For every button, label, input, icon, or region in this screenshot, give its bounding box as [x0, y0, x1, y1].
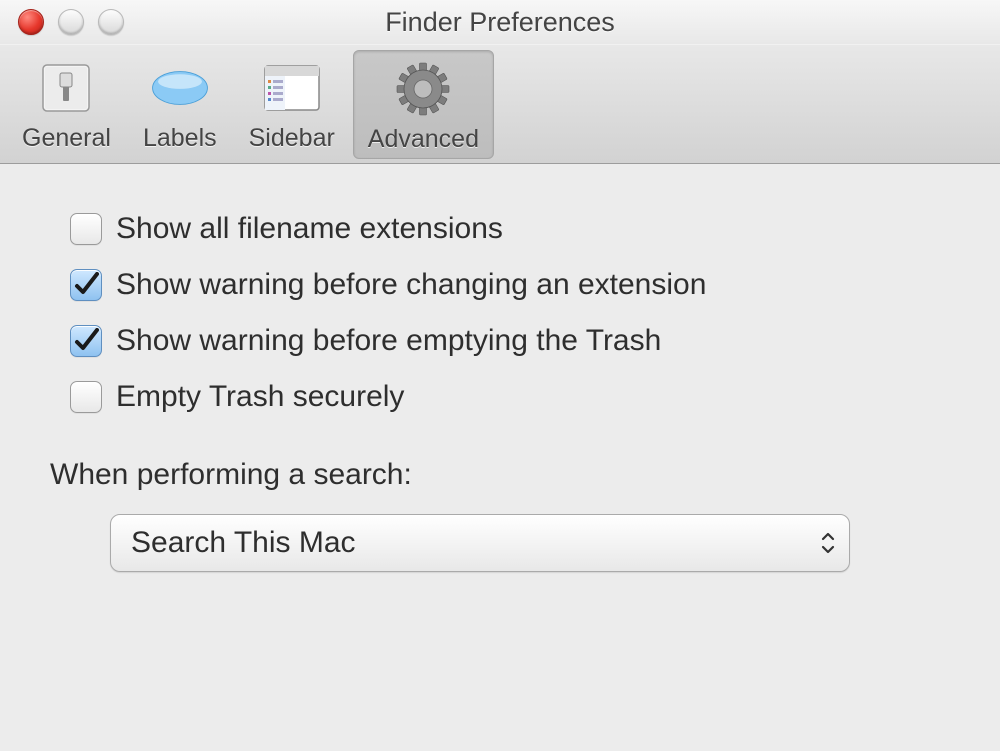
option-show-extensions: Show all filename extensions: [70, 212, 960, 246]
close-button[interactable]: [18, 9, 44, 35]
checkbox-warn-trash[interactable]: [70, 325, 102, 357]
tab-label: General: [22, 124, 111, 153]
label-pill-icon: [148, 56, 212, 120]
search-label: When performing a search:: [50, 458, 960, 492]
checkbox-warn-extension[interactable]: [70, 269, 102, 301]
tab-general[interactable]: General: [8, 50, 125, 159]
option-secure-trash: Empty Trash securely: [70, 380, 960, 414]
toolbar: General Labels: [0, 44, 1000, 164]
switch-icon: [34, 56, 98, 120]
tab-label: Sidebar: [249, 124, 335, 153]
option-warn-trash: Show warning before emptying the Trash: [70, 324, 960, 358]
tab-sidebar[interactable]: Sidebar: [235, 50, 349, 159]
select-arrows-icon: [821, 532, 835, 554]
search-scope-select[interactable]: Search This Mac: [110, 514, 850, 572]
tab-advanced[interactable]: Advanced: [353, 50, 494, 159]
window-title: Finder Preferences: [0, 7, 1000, 38]
option-label: Show all filename extensions: [116, 212, 503, 246]
tab-label: Advanced: [368, 125, 479, 154]
traffic-lights: [18, 9, 124, 35]
option-label: Show warning before changing an extensio…: [116, 268, 706, 302]
check-icon: [73, 328, 99, 354]
minimize-button[interactable]: [58, 9, 84, 35]
checkbox-secure-trash[interactable]: [70, 381, 102, 413]
tab-label: Labels: [143, 124, 217, 153]
content-pane: Show all filename extensions Show warnin…: [0, 164, 1000, 612]
gear-icon: [391, 57, 455, 121]
option-warn-extension: Show warning before changing an extensio…: [70, 268, 960, 302]
option-label: Empty Trash securely: [116, 380, 404, 414]
search-section: When performing a search: Search This Ma…: [70, 458, 960, 572]
zoom-button[interactable]: [98, 9, 124, 35]
option-label: Show warning before emptying the Trash: [116, 324, 661, 358]
tab-labels[interactable]: Labels: [129, 50, 231, 159]
titlebar: Finder Preferences: [0, 0, 1000, 44]
sidebar-icon: [260, 56, 324, 120]
checkbox-show-extensions[interactable]: [70, 213, 102, 245]
check-icon: [73, 272, 99, 298]
select-value: Search This Mac: [131, 526, 356, 560]
